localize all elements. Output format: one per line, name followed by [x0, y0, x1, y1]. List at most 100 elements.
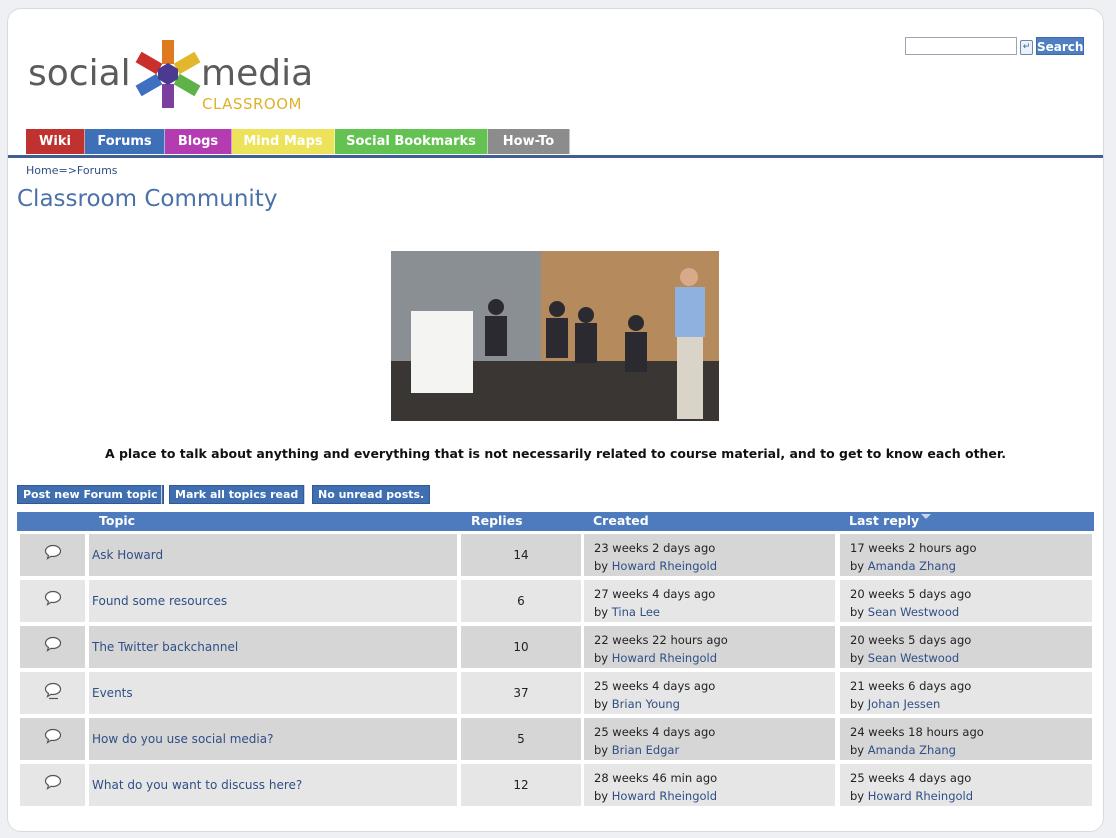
last-reply-user-link[interactable]: Johan Jessen: [868, 697, 941, 711]
replies-count: 37: [461, 672, 581, 714]
last-reply-time: 20 weeks 5 days ago: [850, 587, 972, 601]
nav-divider: [8, 155, 1103, 158]
created-cell: 23 weeks 2 days ago by Howard Rheingold: [584, 534, 835, 576]
created-time: 22 weeks 22 hours ago: [594, 633, 728, 647]
tab-blogs[interactable]: Blogs: [165, 129, 232, 154]
mark-all-read-button[interactable]: Mark all topics read: [169, 485, 305, 504]
topic-link[interactable]: The Twitter backchannel: [89, 626, 457, 668]
site-logo[interactable]: social media CLASSROOM: [28, 37, 328, 117]
page-container: social media CLASSROOM ↵ Search Wiki For…: [7, 8, 1104, 832]
header-replies[interactable]: Replies: [471, 513, 523, 528]
header-last-reply-label: Last reply: [849, 513, 920, 528]
table-row: Found some resources 6 27 weeks 4 days a…: [17, 577, 1094, 623]
created-by-label: by: [594, 743, 612, 757]
created-time: 27 weeks 4 days ago: [594, 587, 716, 601]
replies-count: 10: [461, 626, 581, 668]
created-user-link[interactable]: Howard Rheingold: [612, 651, 717, 665]
topic-link[interactable]: Ask Howard: [89, 534, 457, 576]
header-last-reply[interactable]: Last reply: [849, 513, 932, 528]
header-created[interactable]: Created: [593, 513, 649, 528]
created-cell: 25 weeks 4 days ago by Brian Young: [584, 672, 835, 714]
table-row: What do you want to discuss here? 12 28 …: [17, 761, 1094, 807]
created-by-label: by: [594, 651, 612, 665]
main-nav: Wiki Forums Blogs Mind Maps Social Bookm…: [26, 129, 570, 154]
comment-bubble-hot-icon: [44, 682, 62, 700]
last-reply-time: 24 weeks 18 hours ago: [850, 725, 984, 739]
forum-description: A place to talk about anything and every…: [104, 446, 1007, 461]
created-user-link[interactable]: Howard Rheingold: [612, 789, 717, 803]
logo-subtitle: CLASSROOM: [202, 95, 302, 113]
comment-bubble-icon: [44, 636, 62, 652]
action-divider: [161, 485, 162, 504]
tab-social-bookmarks[interactable]: Social Bookmarks: [335, 129, 488, 154]
last-reply-cell: 20 weeks 5 days ago by Sean Westwood: [840, 626, 1092, 668]
last-reply-user-link[interactable]: Amanda Zhang: [868, 743, 956, 757]
last-reply-time: 17 weeks 2 hours ago: [850, 541, 977, 555]
topic-link[interactable]: How do you use social media?: [89, 718, 457, 760]
topic-link[interactable]: Events: [89, 672, 457, 714]
last-reply-by-label: by: [850, 559, 868, 573]
forum-topics-table: Topic Replies Created Last reply Ask How…: [17, 512, 1094, 807]
no-unread-button[interactable]: No unread posts.: [312, 485, 431, 504]
replies-count: 5: [461, 718, 581, 760]
tab-mind-maps[interactable]: Mind Maps: [232, 129, 335, 154]
topic-icon-cell: [20, 672, 85, 714]
post-new-topic-button[interactable]: Post new Forum topic: [17, 485, 164, 504]
table-header: Topic Replies Created Last reply: [17, 512, 1094, 531]
logo-word-social: social: [28, 53, 131, 94]
last-reply-by-label: by: [850, 789, 868, 803]
last-reply-time: 25 weeks 4 days ago: [850, 771, 972, 785]
created-user-link[interactable]: Tina Lee: [612, 605, 660, 619]
table-row: The Twitter backchannel 10 22 weeks 22 h…: [17, 623, 1094, 669]
last-reply-user-link[interactable]: Amanda Zhang: [868, 559, 956, 573]
topic-link[interactable]: Found some resources: [89, 580, 457, 622]
created-user-link[interactable]: Howard Rheingold: [612, 559, 717, 573]
created-user-link[interactable]: Brian Young: [612, 697, 680, 711]
search-button[interactable]: Search: [1036, 37, 1084, 55]
last-reply-user-link[interactable]: Sean Westwood: [868, 605, 959, 619]
created-user-link[interactable]: Brian Edgar: [612, 743, 679, 757]
topic-icon-cell: [20, 718, 85, 760]
created-time: 23 weeks 2 days ago: [594, 541, 716, 555]
topic-icon-cell: [20, 580, 85, 622]
comment-bubble-icon: [44, 774, 62, 790]
action-divider: [304, 485, 305, 504]
last-reply-cell: 24 weeks 18 hours ago by Amanda Zhang: [840, 718, 1092, 760]
last-reply-user-link[interactable]: Sean Westwood: [868, 651, 959, 665]
last-reply-cell: 17 weeks 2 hours ago by Amanda Zhang: [840, 534, 1092, 576]
logo-star-icon: [135, 40, 201, 108]
topic-icon-cell: [20, 626, 85, 668]
tab-how-to[interactable]: How-To: [488, 129, 570, 154]
created-cell: 22 weeks 22 hours ago by Howard Rheingold: [584, 626, 835, 668]
breadcrumb[interactable]: Home=>Forums: [26, 164, 118, 177]
created-cell: 28 weeks 46 min ago by Howard Rheingold: [584, 764, 835, 806]
comment-bubble-icon: [44, 544, 62, 560]
created-cell: 25 weeks 4 days ago by Brian Edgar: [584, 718, 835, 760]
created-cell: 27 weeks 4 days ago by Tina Lee: [584, 580, 835, 622]
search-input[interactable]: [905, 37, 1017, 55]
topic-link[interactable]: What do you want to discuss here?: [89, 764, 457, 806]
sort-desc-icon: [921, 514, 932, 519]
replies-count: 12: [461, 764, 581, 806]
last-reply-cell: 20 weeks 5 days ago by Sean Westwood: [840, 580, 1092, 622]
tab-wiki[interactable]: Wiki: [26, 129, 85, 154]
last-reply-by-label: by: [850, 697, 868, 711]
last-reply-cell: 21 weeks 6 days ago by Johan Jessen: [840, 672, 1092, 714]
created-by-label: by: [594, 559, 612, 573]
header-topic[interactable]: Topic: [99, 513, 135, 528]
classroom-photo: [391, 251, 719, 421]
last-reply-user-link[interactable]: Howard Rheingold: [868, 789, 973, 803]
tab-forums[interactable]: Forums: [85, 129, 165, 154]
last-reply-time: 21 weeks 6 days ago: [850, 679, 972, 693]
created-by-label: by: [594, 789, 612, 803]
last-reply-by-label: by: [850, 743, 868, 757]
last-reply-cell: 25 weeks 4 days ago by Howard Rheingold: [840, 764, 1092, 806]
created-time: 25 weeks 4 days ago: [594, 725, 716, 739]
logo-word-media: media: [201, 53, 314, 94]
last-reply-by-label: by: [850, 605, 868, 619]
topic-icon-cell: [20, 534, 85, 576]
last-reply-by-label: by: [850, 651, 868, 665]
search-option-icon[interactable]: ↵: [1020, 40, 1033, 55]
page-title: Classroom Community: [17, 186, 278, 212]
comment-bubble-icon: [44, 728, 62, 744]
